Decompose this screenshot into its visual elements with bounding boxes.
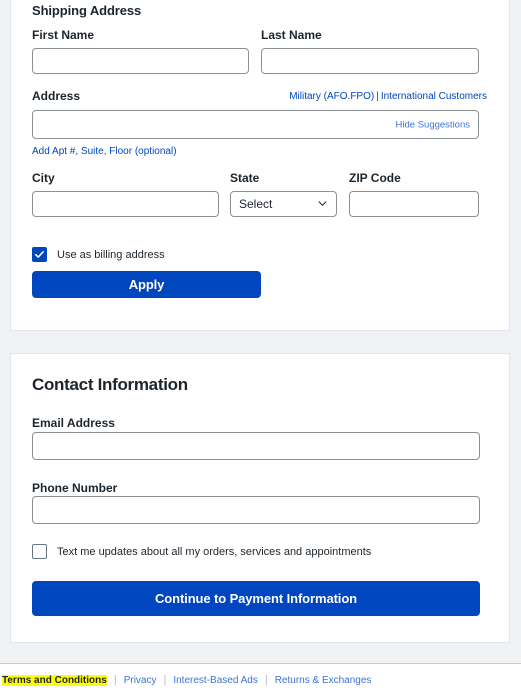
footer-separator: | [264, 674, 268, 686]
footer-links: Terms and Conditions | Privacy | Interes… [0, 664, 521, 696]
footer-link-interest-based-ads[interactable]: Interest-Based Ads [173, 675, 258, 686]
state-select[interactable]: Select [230, 191, 337, 217]
footer-link-terms-and-conditions[interactable]: Terms and Conditions [2, 674, 107, 686]
contact-information-heading: Contact Information [32, 375, 188, 394]
use-as-billing-address-label: Use as billing address [57, 248, 165, 261]
chevron-down-icon [318, 201, 327, 206]
city-input[interactable] [32, 191, 219, 217]
continue-to-payment-button[interactable]: Continue to Payment Information [32, 581, 480, 616]
footer-separator: | [163, 674, 167, 686]
zip-code-label: ZIP Code [349, 171, 401, 185]
links-divider: | [376, 91, 379, 102]
add-apt-suite-floor-link[interactable]: Add Apt #, Suite, Floor (optional) [32, 146, 177, 157]
shipping-address-card: Shipping Address First Name Last Name Ad… [10, 0, 510, 331]
last-name-input[interactable] [261, 48, 479, 74]
contact-information-card: Contact Information Email Address Phone … [10, 353, 510, 643]
footer-separator: | [113, 674, 117, 686]
first-name-input[interactable] [32, 48, 249, 74]
state-select-value: Select [239, 197, 273, 211]
first-name-label: First Name [32, 28, 95, 42]
shipping-address-heading: Shipping Address [32, 3, 142, 18]
email-address-label: Email Address [32, 416, 115, 430]
city-label: City [32, 171, 55, 185]
hide-suggestions-link[interactable]: Hide Suggestions [396, 119, 470, 130]
use-as-billing-address-checkbox[interactable] [32, 247, 47, 262]
military-address-link[interactable]: Military (AFO.FPO) [289, 91, 374, 102]
email-address-input[interactable] [32, 432, 480, 460]
text-updates-label: Text me updates about all my orders, ser… [57, 545, 372, 558]
address-input-wrapper: Hide Suggestions [32, 110, 479, 139]
zip-code-input[interactable] [349, 191, 479, 217]
footer-link-returns-and-exchanges[interactable]: Returns & Exchanges [275, 675, 372, 686]
text-updates-row[interactable]: Text me updates about all my orders, ser… [32, 544, 371, 559]
checkout-page: Shipping Address First Name Last Name Ad… [0, 0, 521, 696]
last-name-label: Last Name [261, 28, 322, 42]
use-as-billing-address-row[interactable]: Use as billing address [32, 247, 165, 262]
international-customers-link[interactable]: International Customers [381, 91, 487, 102]
address-helper-links: Military (AFO.FPO) | International Custo… [289, 91, 487, 102]
address-label: Address [32, 89, 81, 103]
text-updates-checkbox[interactable] [32, 544, 47, 559]
phone-number-input[interactable] [32, 496, 480, 524]
apply-button[interactable]: Apply [32, 271, 261, 298]
phone-number-label: Phone Number [32, 481, 118, 495]
checkmark-icon [34, 251, 44, 258]
footer-link-privacy[interactable]: Privacy [124, 675, 157, 686]
state-label: State [230, 171, 260, 185]
